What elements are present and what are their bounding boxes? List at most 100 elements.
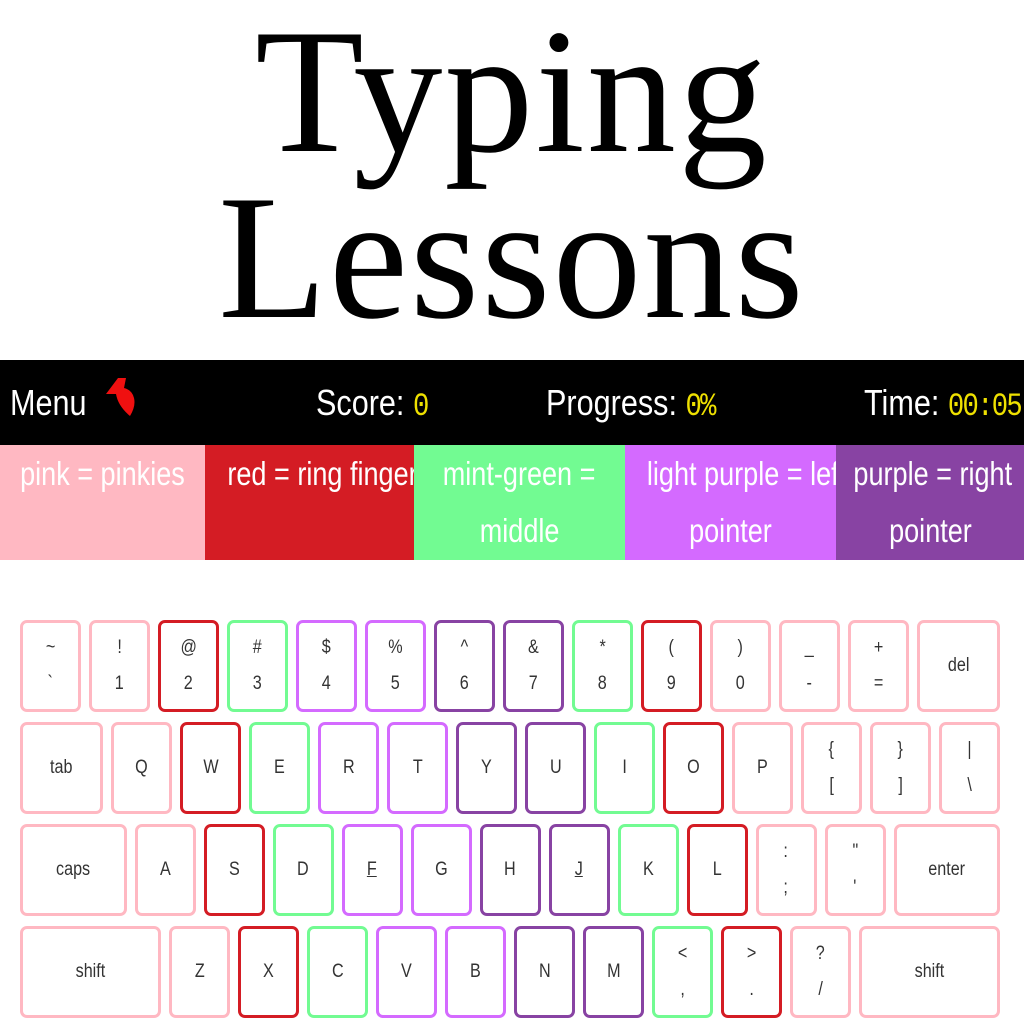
key-8[interactable]: * 8 <box>572 620 633 712</box>
key-shift[interactable]: shift <box>859 926 1000 1018</box>
key-label: ? <box>815 943 825 964</box>
key-=[interactable]: + = <box>848 620 909 712</box>
menu-button[interactable]: Menu <box>10 382 87 424</box>
key-label: ` <box>47 673 54 694</box>
key-;[interactable]: :; <box>755 824 817 916</box>
key-3[interactable]: #3 <box>227 620 288 712</box>
key-`[interactable]: ~ ` <box>20 620 81 712</box>
time-value: 00:05 <box>947 388 1023 425</box>
key-label: caps <box>56 859 91 880</box>
key-label: = <box>873 673 884 694</box>
score-value: 0 <box>412 388 429 425</box>
key-.[interactable]: >. <box>721 926 782 1018</box>
legend-text: pink = pinkies <box>20 455 185 492</box>
key-label: ] <box>898 775 903 796</box>
key-enter[interactable]: enter <box>893 824 1000 916</box>
key-A[interactable]: A <box>134 824 196 916</box>
key-9[interactable]: (9 <box>641 620 702 712</box>
key-del[interactable]: del <box>917 620 1000 712</box>
keyboard-row: shift Z X C V B N M <, >.? / shift <box>20 926 1000 1018</box>
key-W[interactable]: W <box>180 722 241 814</box>
key-B[interactable]: B <box>445 926 506 1018</box>
key-7[interactable]: & 7 <box>503 620 564 712</box>
key-label: J <box>574 859 584 880</box>
key-label: * <box>599 637 606 658</box>
key-label: | <box>967 739 972 760</box>
key-N[interactable]: N <box>514 926 575 1018</box>
key-0[interactable]: ) 0 <box>710 620 771 712</box>
key-G[interactable]: G <box>410 824 472 916</box>
key-label: < <box>677 943 688 964</box>
key-label: , <box>680 979 685 1000</box>
key-\[interactable]: | \ <box>939 722 1000 814</box>
key--[interactable]: _ - <box>779 620 840 712</box>
key-label: shift <box>914 961 945 982</box>
key-label: D <box>297 859 309 880</box>
key-M[interactable]: M <box>583 926 644 1018</box>
key-E[interactable]: E <box>249 722 310 814</box>
title-line-1: Typing <box>255 0 769 190</box>
key-H[interactable]: H <box>479 824 541 916</box>
key-label: $ <box>321 637 331 658</box>
key-Q[interactable]: Q <box>111 722 172 814</box>
key-P[interactable]: P <box>732 722 793 814</box>
key-F[interactable]: F <box>341 824 403 916</box>
key-label: Z <box>194 961 205 982</box>
key-1[interactable]: ! 1 <box>89 620 150 712</box>
score-label: Score: <box>316 382 405 423</box>
key-'[interactable]: " ' <box>824 824 886 916</box>
key-label: ( <box>668 637 675 658</box>
key-label: L <box>712 859 722 880</box>
key-2[interactable]: @2 <box>158 620 219 712</box>
key-/[interactable]: ? / <box>790 926 851 1018</box>
key-T[interactable]: T <box>387 722 448 814</box>
key-U[interactable]: U <box>525 722 586 814</box>
key-[[interactable]: {[ <box>801 722 862 814</box>
key-label: 4 <box>321 673 331 694</box>
key-label: 6 <box>459 673 469 694</box>
key-caps[interactable]: caps <box>20 824 127 916</box>
key-Y[interactable]: Y <box>456 722 517 814</box>
key-K[interactable]: K <box>617 824 679 916</box>
key-5[interactable]: % 5 <box>365 620 426 712</box>
key-R[interactable]: R <box>318 722 379 814</box>
key-label: " <box>852 841 858 862</box>
key-label: { <box>828 739 835 760</box>
legend-item: light purple = left pointer <box>625 445 836 560</box>
key-D[interactable]: D <box>272 824 334 916</box>
key-I[interactable]: I <box>594 722 655 814</box>
key-S[interactable]: S <box>203 824 265 916</box>
key-Z[interactable]: Z <box>169 926 230 1018</box>
key-label: P <box>757 757 768 778</box>
legend-text: pointer <box>689 512 772 549</box>
legend-text: pointer <box>888 512 972 549</box>
key-][interactable]: }] <box>870 722 931 814</box>
key-O[interactable]: O <box>663 722 724 814</box>
key-label: M <box>606 961 621 982</box>
key-shift[interactable]: shift <box>20 926 161 1018</box>
key-label: V <box>401 961 412 982</box>
key-label: > <box>746 943 757 964</box>
key-tab[interactable]: tab <box>20 722 103 814</box>
progress-label: Progress: <box>546 382 677 423</box>
key-label: 2 <box>183 673 193 694</box>
title-line-2: Lessons <box>218 158 806 356</box>
key-C[interactable]: C <box>307 926 368 1018</box>
key-J[interactable]: J <box>548 824 610 916</box>
key-L[interactable]: L <box>686 824 748 916</box>
key-4[interactable]: $4 <box>296 620 357 712</box>
key-label: T <box>412 757 423 778</box>
keyboard-row: ~ `! 1 @2 #3 $4% 5 ^ 6 & 7 * 8(9) 0 _ - + = del <box>20 620 1000 712</box>
key-label: O <box>687 757 700 778</box>
key-V[interactable]: V <box>376 926 437 1018</box>
back-arrow-icon[interactable] <box>104 376 144 420</box>
key-label: 5 <box>390 673 400 694</box>
key-label: } <box>897 739 904 760</box>
key-label: Q <box>135 757 148 778</box>
key-label: ; <box>783 877 789 898</box>
key-,[interactable]: <, <box>652 926 713 1018</box>
key-6[interactable]: ^ 6 <box>434 620 495 712</box>
progress-display: Progress: 0% <box>546 382 716 425</box>
key-X[interactable]: X <box>238 926 299 1018</box>
key-label: [ <box>829 775 834 796</box>
